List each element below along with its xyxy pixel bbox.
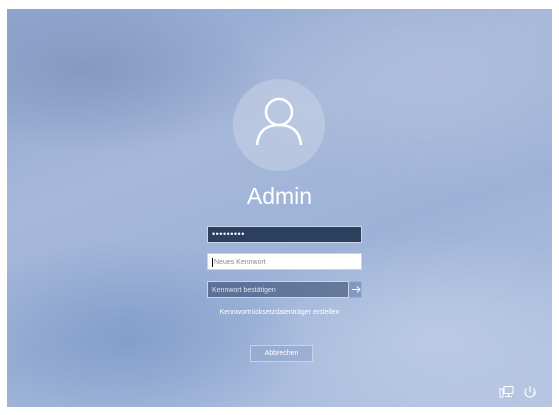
user-icon: [255, 97, 303, 146]
user-avatar: [233, 79, 325, 171]
lock-screen: Admin ••••••••• Neues Kennwort Kennwort …: [7, 9, 552, 407]
current-password-input[interactable]: •••••••••: [207, 226, 362, 243]
new-password-input[interactable]: Neues Kennwort: [207, 253, 362, 270]
power-button[interactable]: [522, 385, 538, 399]
password-mask: •••••••••: [212, 229, 245, 239]
new-password-placeholder: Neues Kennwort: [214, 259, 266, 266]
arrow-right-icon: [352, 286, 361, 293]
text-caret: [212, 257, 213, 267]
network-button[interactable]: [499, 385, 515, 399]
user-name: Admin: [246, 183, 313, 209]
cancel-button[interactable]: Abbrechen: [250, 345, 313, 362]
network-icon: [499, 386, 514, 398]
submit-button[interactable]: [348, 281, 362, 298]
confirm-password-placeholder: Kennwort bestätigen: [212, 287, 276, 294]
power-icon: [524, 386, 536, 398]
create-reset-disk-link[interactable]: Kennwortrücksetzdatenträger erstellen: [7, 309, 552, 316]
confirm-password-input[interactable]: Kennwort bestätigen: [207, 281, 362, 298]
